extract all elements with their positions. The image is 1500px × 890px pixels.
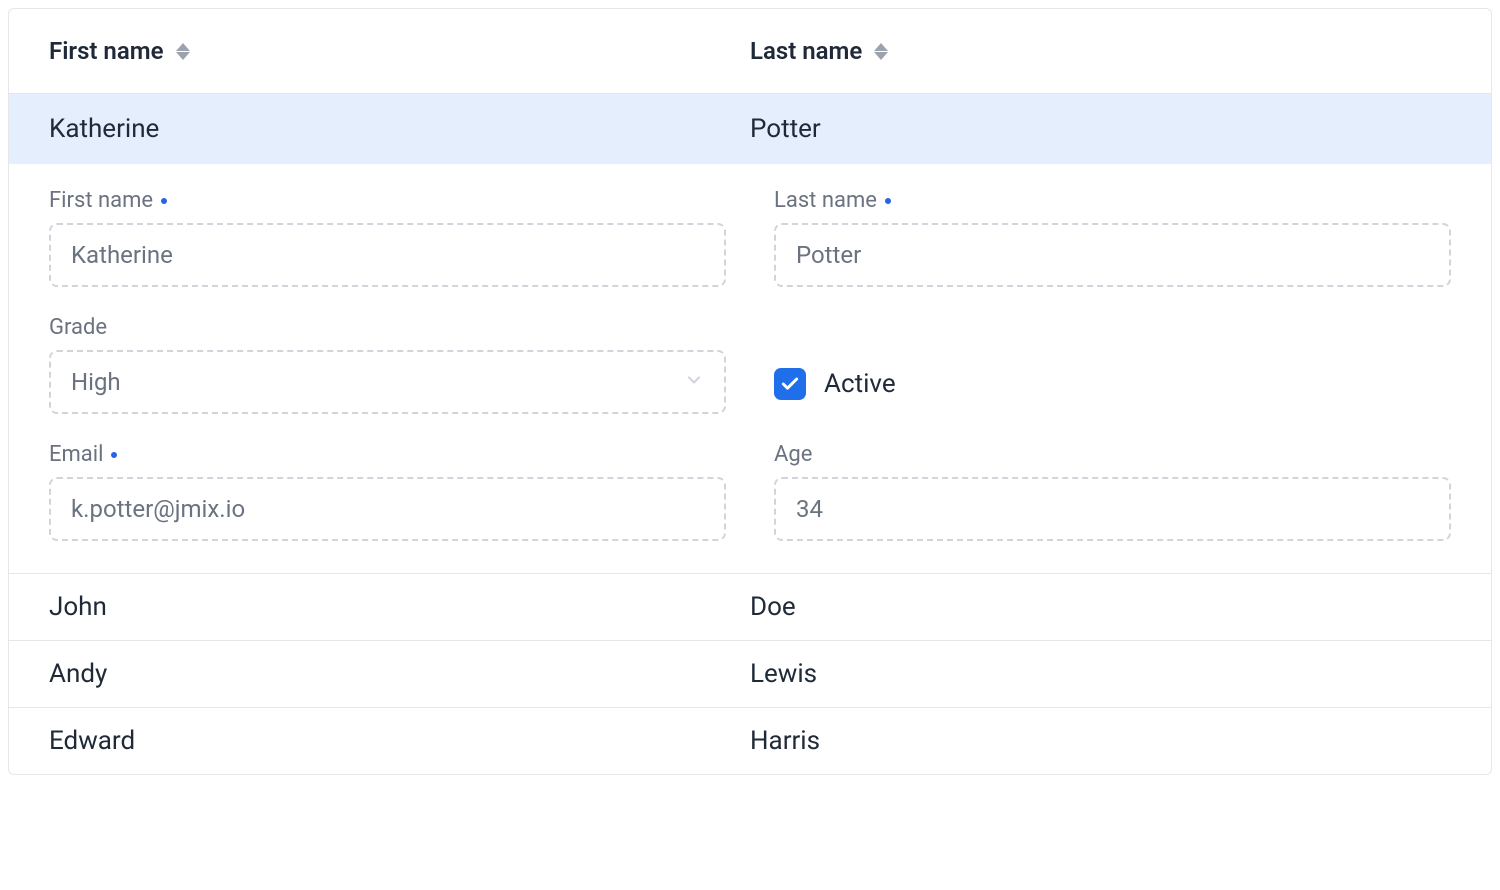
email-input[interactable]: k.potter@jmix.io bbox=[49, 477, 726, 541]
last-name-input[interactable]: Potter bbox=[774, 223, 1451, 287]
cell-first-name: Edward bbox=[49, 726, 750, 756]
table-row-selected[interactable]: Katherine Potter bbox=[9, 94, 1491, 164]
active-field-group: Active bbox=[774, 315, 1451, 414]
last-name-field-group: Last name Potter bbox=[774, 188, 1451, 287]
column-header-label: First name bbox=[49, 37, 164, 65]
email-label: Email bbox=[49, 442, 726, 467]
sort-icon[interactable] bbox=[874, 43, 888, 60]
table-row[interactable]: John Doe bbox=[9, 574, 1491, 641]
first-name-field-group: First name Katherine bbox=[49, 188, 726, 287]
active-checkbox[interactable]: Active bbox=[774, 368, 896, 400]
grade-select[interactable]: High bbox=[49, 350, 726, 414]
checkbox-checked-icon bbox=[774, 368, 806, 400]
age-field-group: Age 34 bbox=[774, 442, 1451, 541]
details-panel: First name Katherine Last name Potter bbox=[9, 164, 1491, 574]
sort-icon[interactable] bbox=[176, 43, 190, 60]
email-field-group: Email k.potter@jmix.io bbox=[49, 442, 726, 541]
age-input[interactable]: 34 bbox=[774, 477, 1451, 541]
cell-first-name: Katherine bbox=[49, 114, 750, 144]
first-name-input[interactable]: Katherine bbox=[49, 223, 726, 287]
last-name-label: Last name bbox=[774, 188, 1451, 213]
column-header-label: Last name bbox=[750, 37, 862, 65]
chevron-down-icon bbox=[684, 368, 704, 396]
active-label: Active bbox=[824, 369, 896, 399]
table-row[interactable]: Andy Lewis bbox=[9, 641, 1491, 708]
age-label: Age bbox=[774, 442, 1451, 467]
cell-last-name: Doe bbox=[750, 592, 1451, 622]
required-indicator-icon bbox=[161, 198, 167, 204]
cell-last-name: Potter bbox=[750, 114, 1451, 144]
cell-first-name: John bbox=[49, 592, 750, 622]
cell-last-name: Lewis bbox=[750, 659, 1451, 689]
table-row[interactable]: Edward Harris bbox=[9, 708, 1491, 774]
grade-field-group: Grade High bbox=[49, 315, 726, 414]
column-header-first-name[interactable]: First name bbox=[49, 37, 750, 65]
cell-last-name: Harris bbox=[750, 726, 1451, 756]
required-indicator-icon bbox=[111, 452, 117, 458]
cell-first-name: Andy bbox=[49, 659, 750, 689]
required-indicator-icon bbox=[885, 198, 891, 204]
data-table: First name Last name Katherine Potter Fi… bbox=[8, 8, 1492, 775]
first-name-label: First name bbox=[49, 188, 726, 213]
column-header-last-name[interactable]: Last name bbox=[750, 37, 1451, 65]
table-header-row: First name Last name bbox=[9, 9, 1491, 94]
grade-label: Grade bbox=[49, 315, 726, 340]
